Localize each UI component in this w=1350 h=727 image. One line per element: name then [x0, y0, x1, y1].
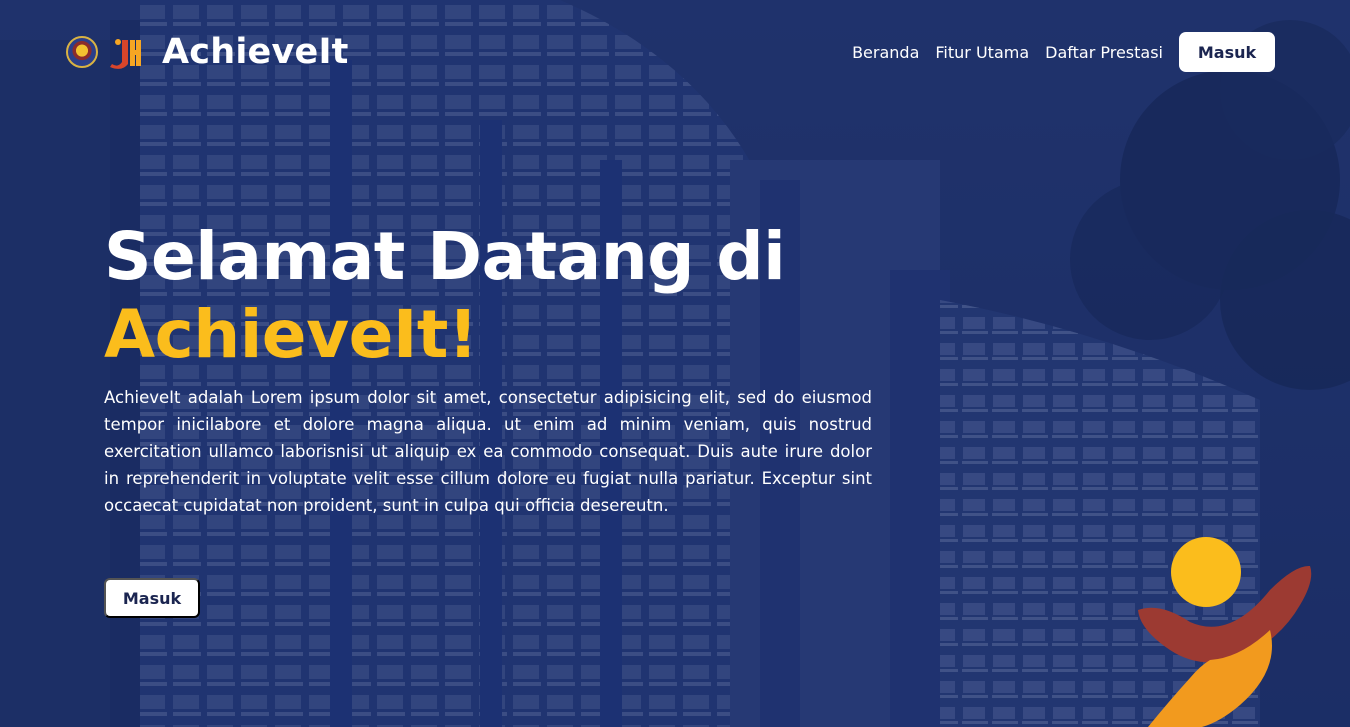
ji-logo-icon: [108, 34, 142, 70]
hero-description: AchieveIt adalah Lorem ipsum dolor sit a…: [104, 388, 872, 515]
nav-link-daftar-prestasi[interactable]: Daftar Prestasi: [1045, 43, 1163, 62]
hero-title-accent: AchieveIt!: [104, 296, 478, 373]
mascot-figure-icon: [1130, 530, 1320, 727]
polinema-seal-icon: [66, 36, 98, 68]
nav-login-button[interactable]: Masuk: [1179, 32, 1275, 72]
nav-link-fitur-utama[interactable]: Fitur Utama: [935, 43, 1029, 62]
brand-name: AchieveIt: [162, 32, 349, 72]
main-nav: Beranda Fitur Utama Daftar Prestasi Masu…: [836, 32, 1275, 72]
brand[interactable]: AchieveIt: [66, 32, 349, 72]
hero-title-line: Selamat Datang di: [104, 218, 786, 295]
nav-link-beranda[interactable]: Beranda: [852, 43, 919, 62]
hero-title: Selamat Datang di AchieveIt!: [104, 218, 786, 374]
navbar: AchieveIt Beranda Fitur Utama Daftar Pre…: [0, 0, 1350, 104]
hero-login-button[interactable]: Masuk: [104, 578, 200, 618]
